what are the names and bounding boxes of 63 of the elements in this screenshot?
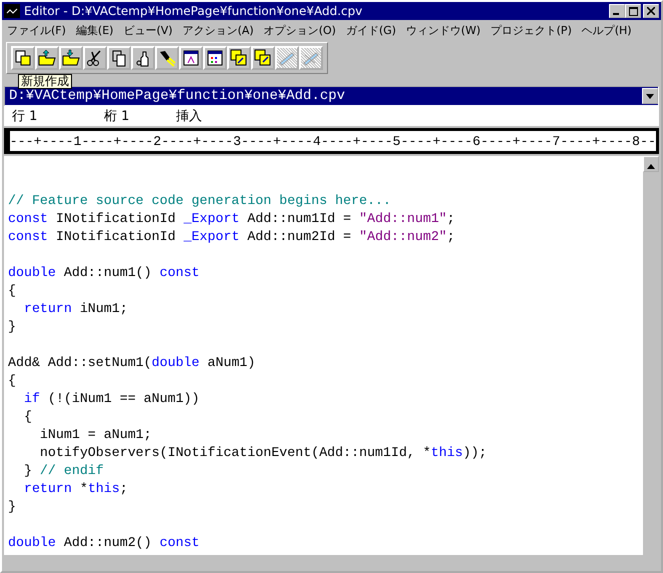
maximize-button[interactable]: [625, 4, 641, 18]
windows-icon: [254, 49, 272, 67]
ruler-cursor: [7, 131, 10, 151]
tooltip: 新規作成: [18, 74, 72, 89]
toolbar-button[interactable]: [59, 46, 83, 70]
minimize-button[interactable]: [609, 4, 625, 18]
menu-item[interactable]: ファイル(F): [2, 22, 71, 38]
code-line: notifyObservers(INotificationEvent(Add::num1Id, *this));: [38, 445, 487, 460]
code-line: return iNum1;: [22, 301, 128, 316]
toolbar-button[interactable]: [227, 46, 251, 70]
column-indicator: 桁 1: [104, 108, 130, 125]
scrollbar[interactable]: [643, 156, 659, 555]
code-line: {: [22, 409, 32, 424]
code-line: const INotificationId _Export Add::num2Id = "Add::num2";: [8, 229, 455, 244]
menu-item[interactable]: ビュー(V): [118, 22, 178, 38]
scroll-up-button[interactable]: [643, 156, 659, 172]
code-line: double Add::num1() const: [8, 265, 200, 280]
toolbar-button[interactable]: [107, 46, 131, 70]
menu-item[interactable]: ヘルプ(H): [576, 22, 637, 38]
window-icon: [182, 49, 200, 67]
code-line: return *this;: [22, 481, 128, 496]
app-icon: [4, 4, 20, 18]
toolbar-button[interactable]: [83, 46, 107, 70]
code-line: } // endif: [22, 463, 104, 478]
up-arrow-icon: [647, 164, 655, 169]
toolbar-button[interactable]: [179, 46, 203, 70]
code-line: const INotificationId _Export Add::num1Id = "Add::num1";: [8, 211, 455, 226]
toolbar-button[interactable]: [35, 46, 59, 70]
code-line: }: [8, 499, 16, 514]
code-line: Add& Add::setNum1(double aNum1): [8, 355, 256, 370]
insert-mode-indicator: 挿入: [176, 108, 202, 125]
code-line: {: [8, 283, 16, 298]
dropdown-button[interactable]: [642, 88, 658, 104]
code-line: {: [8, 373, 16, 388]
caret-icon: [646, 94, 654, 98]
menu-item[interactable]: ウィンドウ(W): [401, 22, 486, 38]
code-line: double Add::num2() const: [8, 535, 200, 550]
toolbar-button[interactable]: [131, 46, 155, 70]
line-indicator: 行 1: [12, 108, 38, 125]
folder-icon: [38, 49, 56, 67]
close-icon: [647, 7, 655, 15]
menu-item[interactable]: アクション(A): [178, 22, 259, 38]
maximize-icon: [628, 6, 638, 16]
code-line: }: [8, 319, 16, 334]
toolbar-button[interactable]: [155, 46, 179, 70]
window-title: Editor - D:¥VACtemp¥HomePage¥function¥one¥Add.cpv: [24, 4, 364, 18]
code-line: if (!(iNum1 == aNum1)): [22, 391, 200, 406]
toolbar-button[interactable]: [11, 46, 35, 70]
menu-item[interactable]: 編集(E): [70, 22, 118, 38]
window-icon: [206, 49, 224, 67]
code-line: iNum1 = aNum1;: [38, 427, 152, 442]
toolbar-button[interactable]: [203, 46, 227, 70]
folder-icon: [62, 49, 80, 67]
windows-icon: [230, 49, 248, 67]
menu-item[interactable]: オプション(O): [258, 22, 341, 38]
close-button[interactable]: [643, 4, 659, 18]
toolbar-button[interactable]: [251, 46, 275, 70]
menu-item[interactable]: プロジェクト(P): [486, 22, 577, 38]
file-selector[interactable]: D:¥VACtemp¥HomePage¥function¥one¥Add.cpv: [4, 86, 659, 106]
menu-item[interactable]: ガイド(G): [340, 22, 402, 38]
page-icon: [14, 49, 32, 67]
column-ruler: ---+----1----+----2----+----3----+----4----+----5----+----6----+----7----+----8--: [10, 134, 656, 148]
code-line: // Feature source code generation begins here...: [8, 193, 392, 208]
